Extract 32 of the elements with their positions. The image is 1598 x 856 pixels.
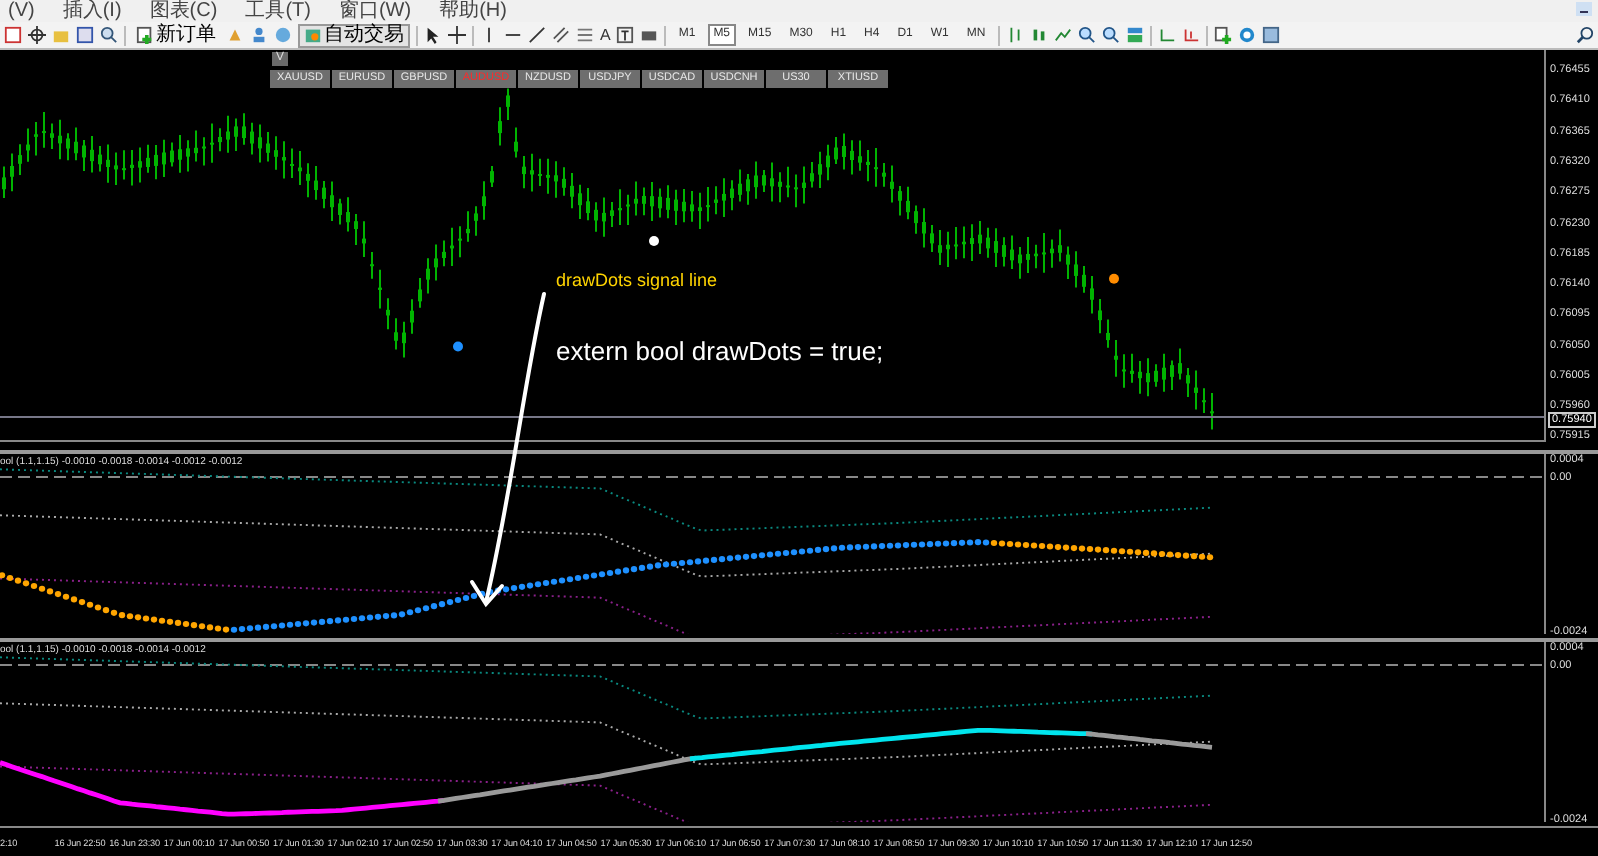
zoom-out-icon[interactable]: [1101, 26, 1120, 44]
auto-trading-button[interactable]: 自动交易: [298, 23, 410, 47]
signal-dot: [1109, 273, 1119, 284]
signal-dot: [649, 236, 659, 246]
window-icon[interactable]: [76, 26, 94, 44]
bar-chart-icon[interactable]: [1005, 26, 1024, 44]
line-chart-icon[interactable]: [1053, 26, 1072, 44]
channel-icon[interactable]: [552, 26, 570, 44]
menu-item[interactable]: 图表(C): [149, 0, 218, 22]
chart-annotation: extern bool drawDots = true;: [556, 336, 884, 366]
text-label-icon[interactable]: [616, 26, 635, 44]
menu-item[interactable]: 帮助(H): [439, 0, 507, 22]
search-icon[interactable]: [1576, 26, 1594, 44]
menu-item[interactable]: (V): [8, 0, 35, 22]
menu-item[interactable]: 插入(I): [62, 0, 122, 22]
minimize-icon[interactable]: [1576, 2, 1592, 16]
new-chart-icon[interactable]: [4, 26, 22, 44]
new-order-button[interactable]: 新订单: [132, 23, 220, 47]
chart-annotation: drawDots signal line: [556, 270, 718, 290]
tile-windows-icon[interactable]: [1125, 26, 1144, 44]
candlestick-icon[interactable]: [1029, 26, 1048, 44]
person-icon[interactable]: [250, 26, 268, 44]
signal-dot: [453, 341, 463, 352]
text-tool[interactable]: A: [600, 25, 611, 45]
add-indicator-icon[interactable]: [1213, 26, 1232, 44]
zoom-in-icon[interactable]: [1077, 26, 1096, 44]
crosshair-icon[interactable]: [28, 26, 46, 44]
trendline-icon[interactable]: [528, 26, 546, 44]
cursor-icon[interactable]: [424, 26, 442, 44]
magnifier-icon[interactable]: [100, 26, 118, 44]
crosshair-icon[interactable]: [448, 26, 466, 44]
menu-item[interactable]: 工具(T): [245, 0, 311, 22]
